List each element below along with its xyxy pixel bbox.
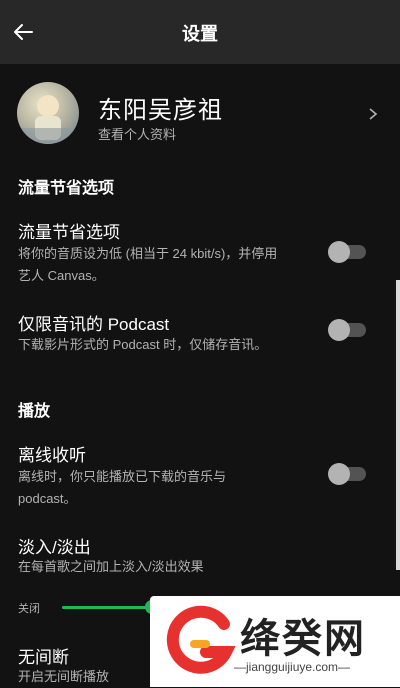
offline-mode-desc: 离线时，你只能播放已下载的音乐与 podcast。 [18,469,227,506]
watermark-text: 绛癸网 [240,616,366,662]
audio-only-podcast-toggle[interactable] [328,319,366,341]
audio-only-podcast-desc: 下载影片形式的 Podcast 时，仅储存音讯。 [18,337,268,352]
view-profile-link[interactable]: 查看个人资料 [98,124,176,143]
chevron-right-icon [369,108,378,120]
watermark: 绛癸网 —jiangguijiuye.com— [150,596,400,687]
scrollbar[interactable] [396,280,400,570]
watermark-url: —jiangguijiuye.com— [234,660,351,674]
profile-name: 东阳吴彦祖 [98,97,223,124]
section-title-playback: 播放 [18,403,51,420]
data-saver-desc: 将你的音质设为低 (相当于 24 kbit/s)，并停用 艺人 Canvas。 [18,246,278,283]
data-saver-title: 流量节省选项 [18,223,120,242]
crossfade-slider-label: 关闭 [18,603,40,615]
profile-row[interactable]: 东阳吴彦祖 查看个人资料 [0,64,400,162]
gapless-title: 无间断 [18,648,69,667]
audio-only-podcast-title: 仅限音讯的 Podcast [18,315,170,334]
crossfade-title: 淡入/淡出 [18,538,91,557]
section-title-data-saver: 流量节省选项 [18,180,115,197]
top-bar: 设置 [0,0,400,64]
offline-mode-toggle[interactable] [328,463,366,485]
data-saver-toggle[interactable] [328,241,366,263]
slider-fill [62,606,152,609]
page-title: 设置 [182,24,218,44]
watermark-logo-icon [166,605,236,674]
offline-mode-title: 离线收听 [18,446,86,465]
avatar [17,82,79,144]
crossfade-desc: 在每首歌之间加上淡入/淡出效果 [18,559,204,574]
